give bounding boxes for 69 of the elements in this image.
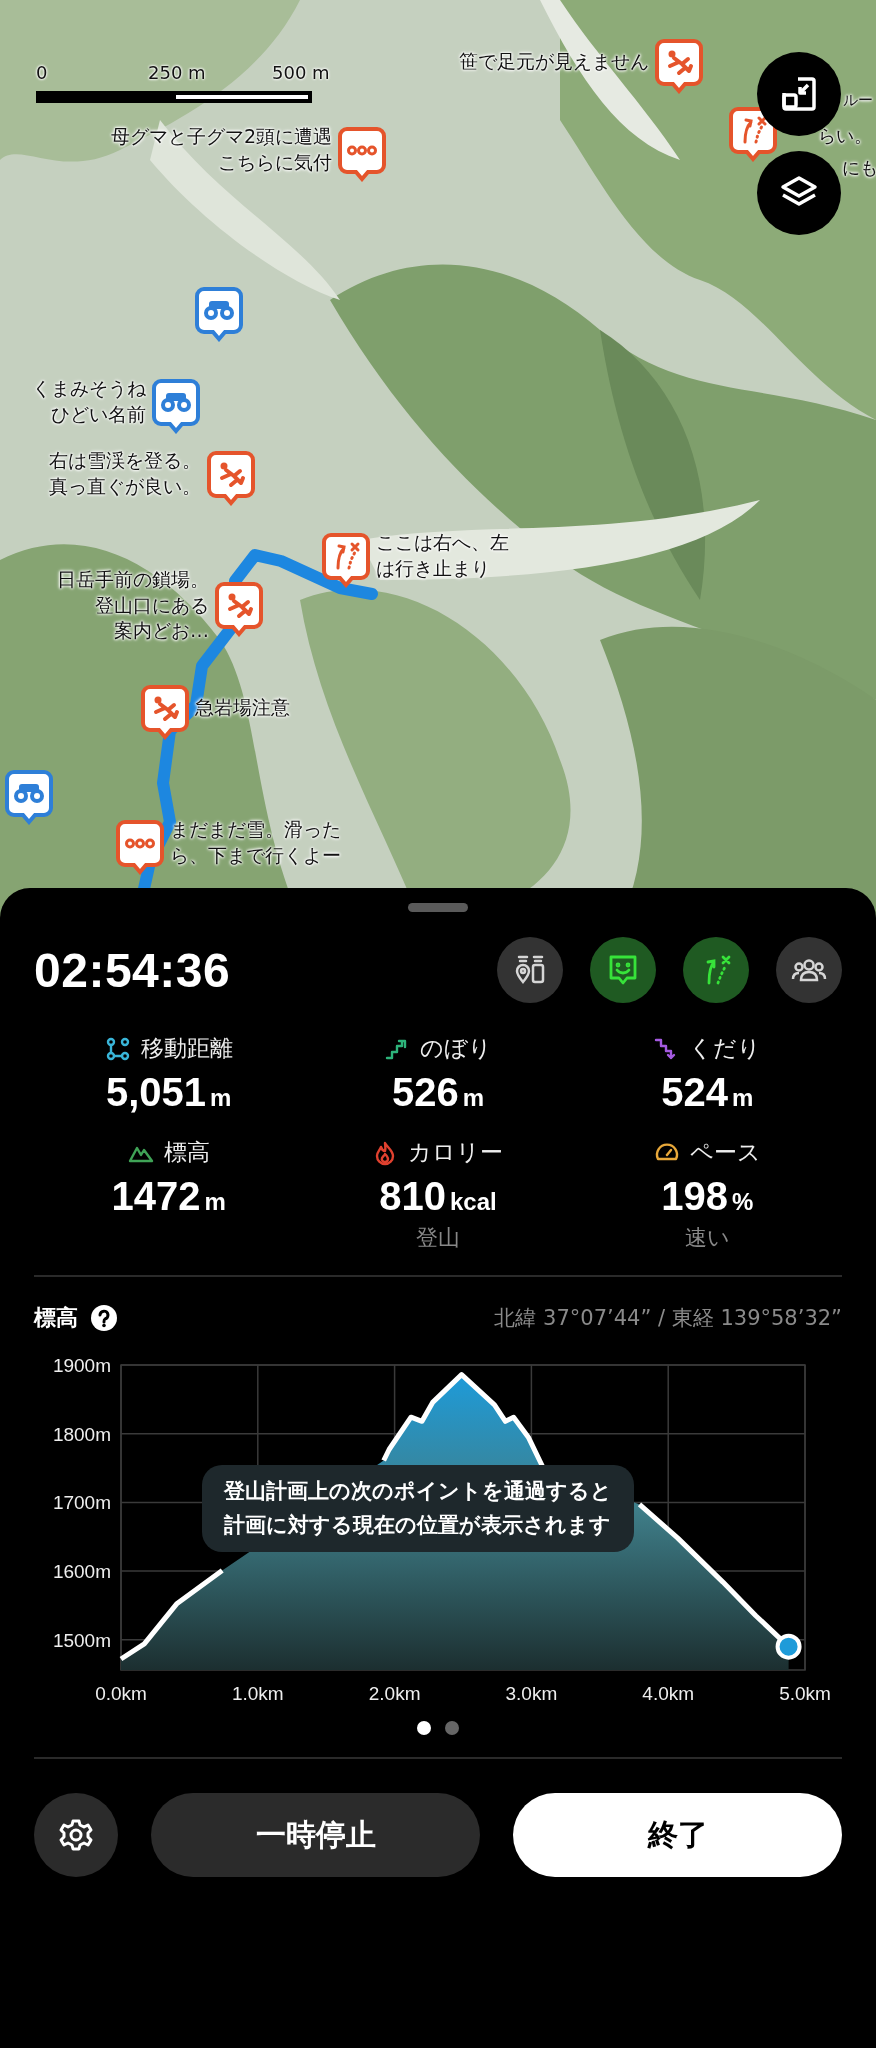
stat-label: 移動距離 — [140, 1034, 233, 1063]
y-tick-label: 1800m — [52, 1423, 111, 1445]
map-label: らい。 — [818, 124, 872, 148]
map-label: 真っ直ぐが良い。 — [49, 474, 201, 499]
map-label: まだまだ雪。滑った — [170, 817, 341, 843]
binoculars-marker-icon[interactable] — [5, 769, 53, 825]
page-dot[interactable] — [445, 1721, 459, 1735]
map-label: ここは右へ、左 — [376, 530, 509, 556]
map-label: 日岳手前の鎖場。 — [57, 566, 209, 592]
help-icon[interactable] — [90, 1304, 118, 1332]
section-title: 標高 — [34, 1304, 78, 1332]
tooltip-text: 登山計画上の次のポイントを通過すると — [224, 1478, 612, 1505]
finish-button[interactable]: 終了 — [513, 1793, 842, 1877]
binoculars-marker-icon[interactable] — [152, 378, 200, 434]
map-label: ら、下まで行くよー — [170, 843, 341, 868]
map-label: 右は雪渓を登る。 — [49, 448, 201, 474]
x-tick-label: 1.0km — [231, 1683, 284, 1704]
climber-marker-icon[interactable] — [655, 38, 703, 94]
x-tick-label: 5.0km — [779, 1683, 831, 1704]
stat-label: くだり — [689, 1034, 762, 1063]
drag-handle[interactable] — [408, 903, 468, 912]
x-tick-label: 4.0km — [642, 1683, 695, 1704]
climber-marker-icon[interactable] — [215, 581, 263, 637]
speech-marker-icon[interactable] — [116, 819, 164, 875]
map-label: 笹で足元が見えません — [459, 49, 649, 75]
map-label: ルー — [843, 90, 873, 111]
coordinates: 北緯 37°07’44” / 東経 139°58’32” — [494, 1305, 842, 1332]
y-tick-label: 1500m — [52, 1629, 111, 1651]
stat-value: 810 kcal — [379, 1174, 497, 1219]
current-position-marker — [775, 1633, 802, 1660]
map-label: 案内どお… — [114, 617, 209, 643]
map-label: 母グマと子グマ2頭に遭遇 — [110, 124, 332, 150]
stat-label: ペース — [689, 1138, 761, 1167]
map-label: にも — [842, 156, 876, 180]
climber-marker-icon[interactable] — [207, 450, 255, 506]
stat-value: 524 m — [661, 1070, 754, 1115]
x-tick-label: 0.0km — [95, 1683, 147, 1704]
page-dot[interactable] — [417, 1721, 431, 1735]
route-marker-icon[interactable] — [322, 532, 370, 588]
binoculars-marker-icon[interactable] — [195, 286, 243, 342]
stat-value: 1472 m — [111, 1174, 226, 1219]
map-label: ひどい名前 — [51, 402, 146, 427]
stat-value: 526 m — [391, 1070, 485, 1115]
stat-label: カロリー — [408, 1138, 504, 1167]
scale-label: 500 m — [272, 64, 330, 82]
tooltip-text: 計画に対する現在の位置が表示されます — [224, 1511, 612, 1539]
scale-label: 0 — [36, 64, 48, 82]
y-tick-label: 1600m — [52, 1561, 111, 1583]
stat-label: のぼり — [420, 1034, 492, 1063]
stat-note: 速い — [684, 1224, 730, 1252]
y-tick-label: 1700m — [52, 1492, 111, 1514]
y-tick-label: 1900m — [52, 1355, 111, 1376]
pause-button[interactable]: 一時停止 — [151, 1793, 480, 1877]
x-tick-label: 2.0km — [368, 1683, 421, 1704]
speech-marker-icon[interactable] — [338, 126, 386, 182]
gear-icon — [58, 1817, 94, 1853]
stat-value: 198% — [661, 1174, 754, 1219]
route-points-icon — [104, 1035, 131, 1062]
map-label: こちらに気付 — [218, 150, 332, 175]
stat-note: 登山 — [416, 1224, 460, 1252]
climber-marker-icon[interactable] — [141, 684, 189, 740]
stat-value: 5,051 m — [105, 1070, 232, 1115]
scale-label: 250 m — [148, 64, 206, 82]
map-label: くまみそうね — [32, 376, 146, 402]
x-tick-label: 3.0km — [505, 1683, 558, 1704]
stat-label: 標高 — [163, 1138, 210, 1167]
map-label: 登山口にある — [95, 592, 209, 618]
elapsed-time: 02:54:36 — [34, 942, 231, 998]
map-label: は行き止まり — [376, 556, 490, 581]
